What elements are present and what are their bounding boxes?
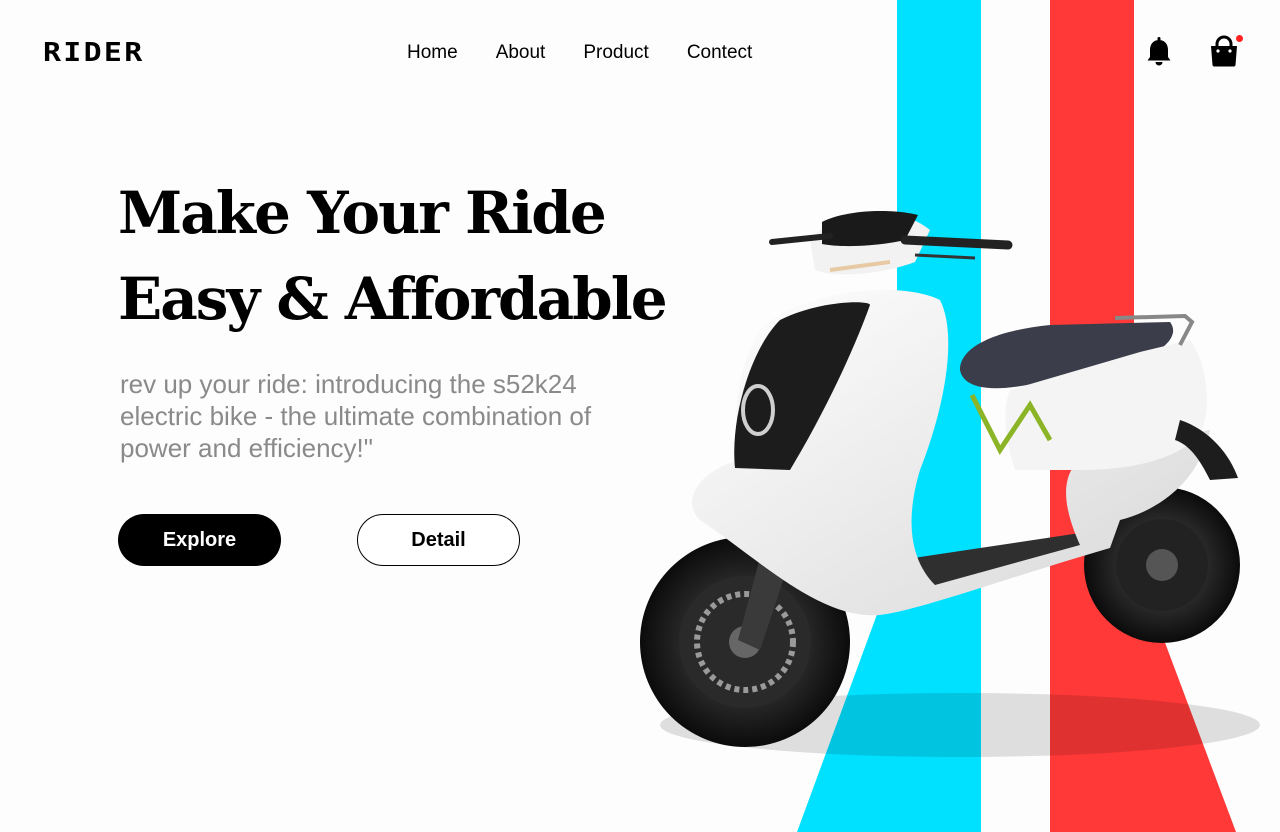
main-nav: Home About Product Contect: [407, 41, 752, 65]
bell-icon: [1147, 37, 1171, 66]
nav-link-contact[interactable]: Contect: [687, 41, 752, 65]
detail-button[interactable]: Detail: [357, 514, 520, 566]
hero-title-line-2: Easy & Affordable: [118, 265, 668, 333]
hero-subtitle: rev up your ride: introducing the s52k24…: [120, 369, 592, 463]
hero-title: Make Your Ride Easy & Affordable: [118, 170, 668, 342]
cart-badge: [1236, 35, 1243, 42]
brand-logo[interactable]: RIDER: [43, 38, 145, 68]
nav-link-product[interactable]: Product: [583, 41, 648, 65]
nav-link-home[interactable]: Home: [407, 41, 458, 65]
explore-button[interactable]: Explore: [118, 514, 281, 566]
site-header: RIDER Home About Product Contect: [0, 0, 1280, 104]
nav-link-about[interactable]: About: [496, 41, 546, 65]
notifications-button[interactable]: [1143, 34, 1177, 70]
hero-title-line-1: Make Your Ride: [118, 179, 607, 247]
cart-button[interactable]: [1207, 34, 1243, 70]
